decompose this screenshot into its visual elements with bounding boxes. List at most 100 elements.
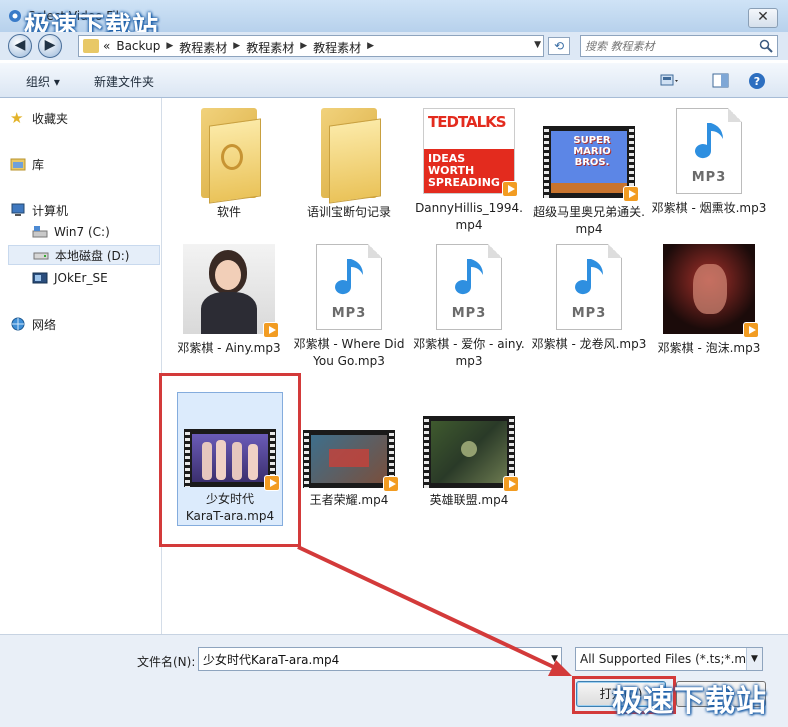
view-icon[interactable] — [658, 71, 680, 91]
thumb-text: TEDTALKS — [428, 113, 507, 131]
address-bar[interactable]: « Backup ▶ 教程素材 ▶ 教程素材 ▶ 教程素材 ▶ ▼ — [78, 35, 544, 57]
breadcrumb-overflow[interactable]: « — [103, 39, 110, 56]
sidebar-item-network[interactable]: 网络 — [10, 314, 160, 334]
album-art-thumbnail — [183, 244, 279, 338]
star-icon: ★ — [10, 109, 24, 127]
mp3-file-icon: MP3 — [676, 108, 742, 194]
filename-input[interactable] — [203, 651, 533, 667]
library-icon — [10, 158, 26, 171]
sidebar-item-label: JOkEr_SE — [54, 271, 108, 285]
filetype-value: All Supported Files (*.ts;*.mts — [580, 652, 758, 666]
preview-pane-icon[interactable] — [710, 71, 732, 91]
file-name: 软件 — [216, 205, 241, 219]
thumb-text: SUPER MARIO BROS. — [573, 135, 611, 168]
play-icon — [623, 186, 639, 202]
close-button[interactable]: ✕ — [748, 8, 778, 28]
file-name: 邓紫棋 - 爱你 - ainy.mp3 — [413, 337, 525, 368]
mp3-label: MP3 — [571, 306, 607, 321]
sidebar-item-label: 库 — [32, 157, 45, 172]
file-name: 邓紫棋 - 烟熏妆.mp3 — [651, 201, 767, 215]
back-button[interactable]: ◀ — [8, 34, 32, 58]
mp3-label: MP3 — [451, 306, 487, 321]
filename-label: 文件名(N): — [137, 655, 196, 669]
file-item[interactable]: MP3 邓紫棋 - 龙卷风.mp3 — [529, 238, 649, 368]
sidebar-item-computer[interactable]: 计算机 — [10, 200, 160, 220]
network-icon — [11, 317, 25, 331]
file-item[interactable]: 英雄联盟.mp4 — [409, 414, 529, 514]
sidebar-item-label: Win7 (C:) — [54, 225, 110, 239]
search-icon[interactable] — [759, 39, 773, 53]
play-icon — [263, 322, 279, 338]
file-item[interactable]: 王者荣耀.mp4 — [289, 414, 409, 514]
chevron-right-icon[interactable]: ▶ — [367, 39, 374, 56]
file-name: 王者荣耀.mp4 — [309, 493, 389, 507]
play-icon — [503, 476, 519, 492]
chevron-down-icon[interactable]: ▼ — [746, 648, 762, 670]
drive-icon — [32, 272, 48, 284]
mp3-file-icon: MP3 — [316, 244, 382, 330]
sidebar-item-label: 计算机 — [32, 203, 69, 218]
breadcrumb-item[interactable]: 教程素材 — [179, 39, 227, 56]
computer-icon — [11, 203, 25, 216]
mp3-label: MP3 — [691, 170, 727, 185]
video-thumbnail: SUPER MARIO BROS. — [543, 126, 639, 202]
drive-icon — [32, 226, 48, 238]
sidebar-item-label: 收藏夹 — [32, 111, 69, 126]
breadcrumb-item[interactable]: 教程素材 — [246, 39, 294, 56]
album-art-thumbnail — [663, 244, 759, 338]
chevron-right-icon[interactable]: ▶ — [166, 39, 173, 56]
breadcrumb: « Backup ▶ 教程素材 ▶ 教程素材 ▶ 教程素材 ▶ — [103, 39, 374, 56]
file-item[interactable]: 邓紫棋 - 泡沫.mp3 — [649, 238, 769, 368]
file-name: 英雄联盟.mp4 — [429, 493, 509, 507]
file-item[interactable]: MP3 邓紫棋 - 烟熏妆.mp3 — [649, 102, 769, 228]
sidebar-item-libraries[interactable]: 库 — [10, 154, 160, 174]
sidebar-item-favorites[interactable]: ★ 收藏夹 — [10, 108, 160, 128]
svg-text:?: ? — [754, 75, 760, 88]
music-note-icon — [335, 259, 363, 295]
video-thumbnail: TEDTALKS IDEAS WORTH SPREADING — [423, 108, 518, 197]
search-box[interactable] — [580, 35, 778, 57]
sidebar-item-drive-e[interactable]: JOkEr_SE — [32, 268, 160, 288]
file-item[interactable]: MP3 邓紫棋 - 爱你 - ainy.mp3 — [409, 238, 529, 368]
filename-field[interactable]: ▼ — [198, 647, 562, 671]
sidebar-item-drive-c[interactable]: Win7 (C:) — [32, 222, 160, 242]
file-name: 邓紫棋 - 泡沫.mp3 — [657, 341, 761, 355]
music-note-icon — [575, 259, 603, 295]
mp3-file-icon: MP3 — [556, 244, 622, 330]
file-name: 邓紫棋 - Where Did You Go.mp3 — [293, 337, 405, 368]
new-folder-button[interactable]: 新建文件夹 — [94, 73, 154, 90]
refresh-button[interactable]: ⟲ — [548, 37, 570, 55]
chevron-down-icon[interactable]: ▼ — [551, 654, 558, 664]
breadcrumb-item[interactable]: 教程素材 — [313, 39, 361, 56]
play-icon — [743, 322, 759, 338]
address-row: ◀ ▶ « Backup ▶ 教程素材 ▶ 教程素材 ▶ 教程素材 ▶ ▼ ⟲ — [0, 32, 788, 60]
video-thumbnail — [303, 430, 399, 492]
file-item[interactable]: 语训宝断句记录 — [289, 102, 409, 228]
file-item[interactable]: 软件 — [169, 102, 289, 228]
toolbar: 组织 ▾ 新建文件夹 ? — [0, 62, 788, 98]
file-item[interactable]: SUPER MARIO BROS. 超级马里奥兄弟通关.mp4 — [529, 102, 649, 236]
help-icon[interactable]: ? — [746, 71, 768, 91]
filetype-select[interactable]: All Supported Files (*.ts;*.mts ▼ — [575, 647, 763, 671]
drive-icon — [33, 252, 49, 260]
breadcrumb-item[interactable]: Backup — [116, 39, 160, 56]
file-name: 邓紫棋 - Ainy.mp3 — [177, 341, 281, 355]
file-list: 软件 语训宝断句记录 TEDTALKS IDEAS WORTH SPREADIN… — [163, 98, 788, 634]
chevron-right-icon[interactable]: ▶ — [300, 39, 307, 56]
file-item[interactable]: MP3 邓紫棋 - Where Did You Go.mp3 — [289, 238, 409, 388]
address-dropdown-icon[interactable]: ▼ — [534, 40, 541, 50]
file-name: 语训宝断句记录 — [306, 205, 391, 219]
sidebar-item-drive-d[interactable]: 本地磁盘 (D:) — [8, 245, 160, 265]
navigation-pane: ★ 收藏夹 库 计算机 Win7 (C:) 本地磁盘 (D:) JOkEr_SE… — [0, 98, 162, 634]
chevron-right-icon[interactable]: ▶ — [233, 39, 240, 56]
music-note-icon — [695, 123, 723, 159]
folder-icon — [303, 108, 395, 204]
search-input[interactable] — [585, 38, 755, 54]
sidebar-item-label: 本地磁盘 (D:) — [55, 248, 130, 263]
file-item[interactable]: 邓紫棋 - Ainy.mp3 — [169, 238, 289, 368]
play-icon — [502, 181, 518, 197]
organize-menu[interactable]: 组织 ▾ — [26, 73, 60, 90]
file-item[interactable]: TEDTALKS IDEAS WORTH SPREADING DannyHill… — [409, 102, 529, 232]
forward-button[interactable]: ▶ — [38, 34, 62, 58]
mp3-label: MP3 — [331, 306, 367, 321]
